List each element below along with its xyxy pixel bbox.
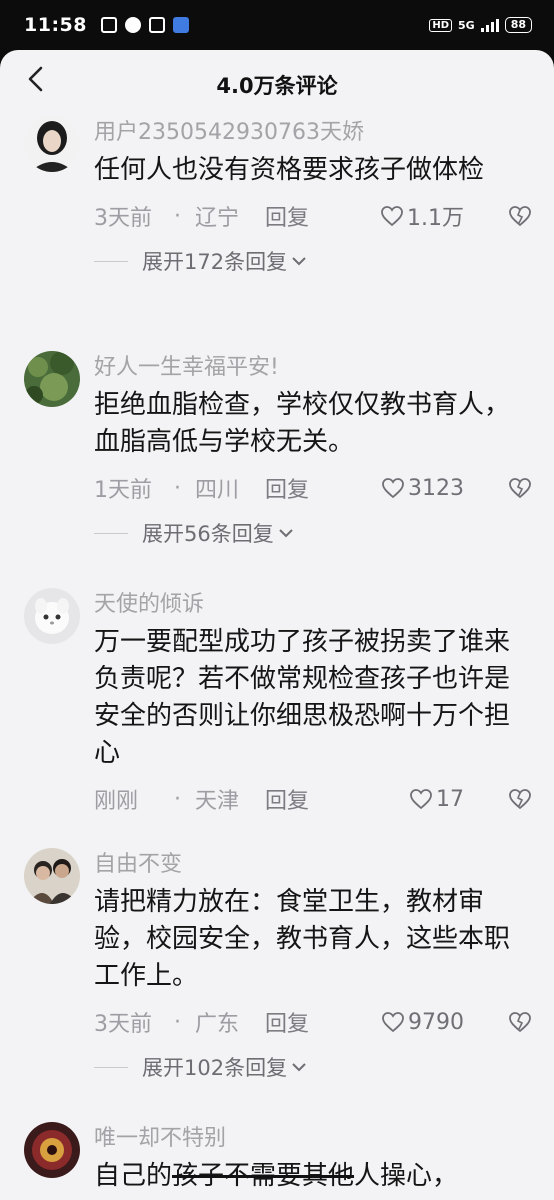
dislike-icon[interactable] [508, 477, 532, 499]
like-button[interactable]: 3123 [381, 476, 464, 501]
comment-text: 请把精力放在：食堂卫生，教材审验，校园安全，教书育人，这些本职工作上。 [94, 887, 511, 991]
heart-icon [381, 477, 405, 499]
battery-icon: 88 [504, 17, 532, 33]
comment-time: 3天前 [94, 206, 152, 231]
divider [94, 1066, 128, 1068]
username[interactable]: 天使的倾诉 [94, 588, 532, 622]
comment-text-part: 人操心， [354, 1161, 459, 1191]
page-title: 4.0万条评论 [216, 74, 338, 98]
status-left: 11:58 [24, 14, 189, 36]
username[interactable]: 用户2350542930763天娇 [94, 116, 532, 150]
separator-dot: · [174, 1009, 181, 1035]
chevron-down-icon [279, 529, 293, 538]
comment-sheet: 4.0万条评论 用户2350542930763天娇 任何人也没有资格要求孩子做体… [0, 50, 554, 1200]
like-button[interactable]: 17 [409, 787, 464, 812]
like-count: 17 [436, 786, 464, 812]
comment-item: 自由不变 请把精力放在：食堂卫生，教材审验，校园安全，教书育人，这些本职工作上。… [0, 848, 554, 1083]
comment-time: 3天前 [94, 1012, 152, 1037]
comment-text-part: 自己的 [94, 1161, 173, 1191]
comment-item: 好人一生幸福平安! 拒绝血脂检查，学校仅仅教书育人，血脂高低与学校无关。 1天前… [0, 351, 554, 549]
comments-header: 4.0万条评论 [0, 50, 554, 116]
chevron-down-icon [292, 1063, 306, 1072]
status-right: HD 5G 88 [429, 17, 532, 33]
like-button[interactable]: 9790 [381, 1010, 464, 1035]
like-count: 3123 [408, 475, 464, 501]
heart-icon [380, 205, 404, 227]
comment-meta: 1天前 · 四川 回复 3123 [94, 471, 532, 505]
separator-dot: · [174, 203, 181, 229]
reply-button[interactable]: 回复 [265, 1006, 309, 1038]
divider [94, 260, 128, 262]
heart-icon [381, 1011, 405, 1033]
status-time: 11:58 [24, 14, 87, 36]
comment-item: 天使的倾诉 万一要配型成功了孩子被拐卖了谁来负责呢？若不做常规检查孩子也许是安全… [0, 588, 554, 816]
comment-time: 刚刚 [94, 789, 139, 814]
comment-location: 四川 [195, 478, 240, 503]
separator-dot: · [174, 475, 181, 501]
dislike-icon[interactable] [508, 788, 532, 810]
username[interactable]: 自由不变 [94, 848, 532, 882]
avatar[interactable] [24, 588, 80, 644]
comment-time: 1天前 [94, 478, 152, 503]
expand-replies[interactable]: 展开172条回复 [94, 245, 532, 277]
like-button[interactable]: 1.1万 [380, 200, 464, 232]
notification-app-icon [100, 17, 117, 33]
comment-text: 任何人也没有资格要求孩子做体检 [94, 155, 485, 185]
expand-replies-label: 展开56条回复 [142, 522, 274, 546]
divider [94, 532, 128, 534]
separator-dot: · [174, 786, 181, 812]
avatar[interactable] [24, 1122, 80, 1178]
hd-badge: HD [429, 18, 452, 32]
comment-text-struck: 孩子不需要其他 [172, 1161, 355, 1191]
heart-icon [409, 788, 433, 810]
comment-location: 辽宁 [195, 206, 240, 231]
avatar[interactable] [24, 848, 80, 904]
reply-button[interactable]: 回复 [265, 783, 309, 815]
expand-replies-label: 展开102条回复 [142, 1056, 288, 1080]
network-type: 5G [458, 18, 475, 32]
gallery-icon [148, 17, 165, 33]
reply-button[interactable]: 回复 [265, 200, 309, 232]
avatar[interactable] [24, 116, 80, 172]
comment-item: 唯一却不特别 自己的孩子不需要其他人操心， [0, 1122, 554, 1195]
username[interactable]: 好人一生幸福平安! [94, 351, 532, 385]
expand-replies[interactable]: 展开56条回复 [94, 517, 532, 549]
message-app-icon [172, 17, 189, 33]
like-count: 1.1万 [407, 206, 464, 231]
like-count: 9790 [408, 1009, 464, 1035]
comment-text: 万一要配型成功了孩子被拐卖了谁来负责呢？若不做常规检查孩子也许是安全的否则让你细… [94, 627, 511, 768]
username[interactable]: 唯一却不特别 [94, 1122, 532, 1156]
comment-meta: 刚刚 · 天津 回复 17 [94, 782, 532, 816]
signal-icon [480, 18, 499, 32]
compass-icon [124, 17, 141, 33]
comment-meta: 3天前 · 辽宁 回复 1.1万 [94, 199, 532, 233]
dislike-icon[interactable] [508, 1011, 532, 1033]
reply-button[interactable]: 回复 [265, 472, 309, 504]
dislike-icon[interactable] [508, 205, 532, 227]
comment-text: 拒绝血脂检查，学校仅仅教书育人，血脂高低与学校无关。 [94, 390, 511, 457]
expand-replies-label: 展开172条回复 [142, 250, 288, 274]
comment-item: 用户2350542930763天娇 任何人也没有资格要求孩子做体检 3天前 · … [0, 116, 554, 277]
avatar[interactable] [24, 351, 80, 407]
comment-meta: 3天前 · 广东 回复 9790 [94, 1005, 532, 1039]
comment-location: 广东 [195, 1012, 240, 1037]
comment-text: 自己的孩子不需要其他人操心， [94, 1158, 532, 1195]
expand-replies[interactable]: 展开102条回复 [94, 1051, 532, 1083]
status-bar: 11:58 HD 5G 88 [0, 0, 554, 50]
comment-location: 天津 [195, 789, 240, 814]
chevron-down-icon [292, 257, 306, 266]
